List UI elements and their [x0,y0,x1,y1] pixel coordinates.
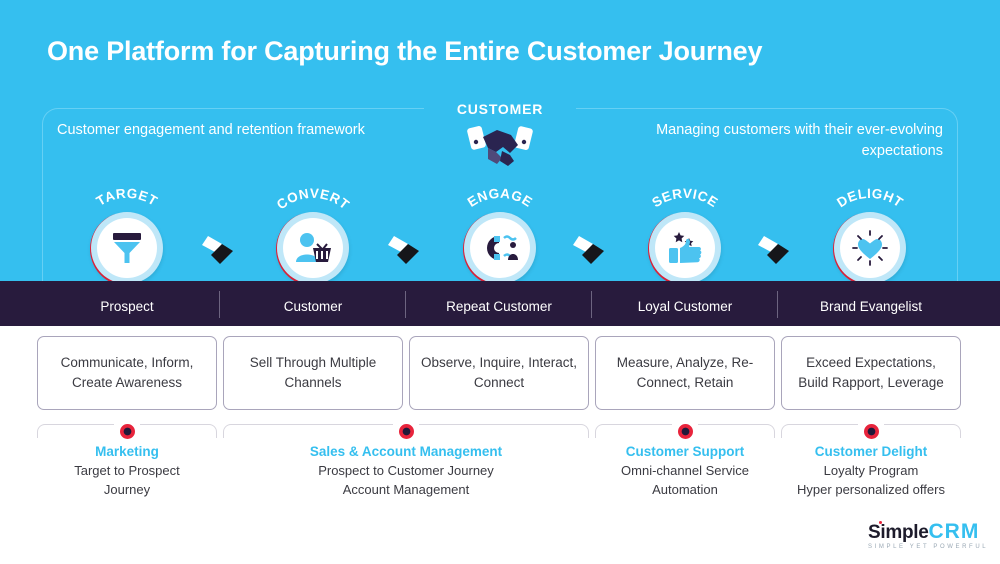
function-line-1: Target to Prospect [74,463,180,478]
logo-simple-text: Simple [868,521,929,543]
stage-service[interactable]: SERVICE [635,188,735,299]
function-line-2: Journey [103,481,151,497]
function-line-1: Prospect to Customer Journey [318,463,494,478]
function-customer-delight: Customer Delight Loyalty Program Hyper p… [777,444,965,500]
bracket-dot-marketing [120,424,135,439]
handshake-icon [467,126,533,166]
stage-card-service: Measure, Analyze, Re-Connect, Retain [595,336,775,410]
page-title: One Platform for Capturing the Entire Cu… [47,36,763,66]
arrow-3-icon [573,236,604,264]
function-marketing: Marketing Target to Prospect Journey [37,444,217,500]
band-divider [405,291,406,318]
stage-card-delight: Exceed Expectations, Build Rapport, Leve… [781,336,961,410]
arrow-1-icon [202,236,233,264]
stage-convert[interactable]: CONVERT [263,188,363,299]
stage-card-target: Communicate, Inform, Create Awareness [37,336,217,410]
function-title: Marketing [95,444,159,459]
bracket-dot-customer-delight [864,424,879,439]
slide-canvas: One Platform for Capturing the Entire Cu… [0,0,1000,564]
function-title: Sales & Account Management [309,444,503,459]
function-line-1: Loyalty Program [823,463,919,478]
function-line-2: Account Management [342,481,470,497]
band-divider [219,291,220,318]
function-title: Customer Delight [814,444,928,459]
stage-card-engage: Observe, Inquire, Interact, Connect [409,336,589,410]
bracket-dot-customer-support [678,424,693,439]
shining-heart-icon [852,230,888,266]
function-line-1: Omni-channel Service [621,463,749,478]
function-sales: Sales & Account Management Prospect to C… [223,444,589,500]
band-divider [591,291,592,318]
thumbs-up-stars-icon [669,232,702,263]
band-divider [777,291,778,318]
caption-right: Managing customers with their ever-evolv… [656,122,943,160]
stage-target[interactable]: TARGET [77,188,177,299]
band-label-customer: Customer [283,299,343,314]
stage-engage[interactable]: ENGAGE [450,188,550,299]
band-label-loyal-customer: Loyal Customer [637,299,733,314]
stage-icon-holder [840,218,900,278]
customer-heading: CUSTOMER [456,101,544,117]
stage-icon-holder [283,218,343,278]
function-title: Customer Support [625,444,745,459]
band-label-prospect: Prospect [100,299,154,314]
stage-delight[interactable]: DELIGHT [820,188,920,299]
logo-crm-text: CRM [928,520,980,543]
magnet-icon [487,235,518,260]
logo-tagline: SIMPLE YET POWERFUL [868,544,989,550]
band-label-repeat-customer: Repeat Customer [446,299,552,314]
logo-i-dot [879,521,882,524]
arrow-2-icon [388,236,419,264]
logo-wordmark: SimpleCRM [868,521,990,542]
caption-left: Customer engagement and retention framew… [57,122,365,138]
function-line-2: Automation [652,481,718,497]
bracket-dot-sales [399,424,414,439]
stage-icon-holder [470,218,530,278]
simplecrm-logo: SimpleCRM SIMPLE YET POWERFUL [868,521,990,550]
shopper-icon [296,233,331,262]
band-label-brand-evangelist: Brand Evangelist [819,299,923,314]
stage-card-convert: Sell Through Multiple Channels [223,336,403,410]
function-line-2: Hyper personalized offers [797,481,945,497]
funnel-icon [113,233,141,263]
function-customer-support: Customer Support Omni-channel Service Au… [595,444,775,500]
stage-icon-holder [97,218,157,278]
stage-icon-holder [655,218,715,278]
arrow-4-icon [758,236,789,264]
